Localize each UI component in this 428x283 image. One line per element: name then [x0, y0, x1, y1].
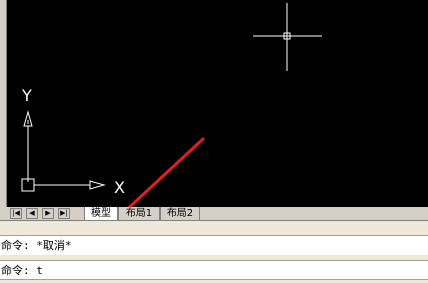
prev-tab-button[interactable]: ◀: [26, 208, 38, 219]
tab-model[interactable]: 模型: [84, 207, 118, 220]
axis-x-label: X: [114, 178, 125, 197]
command-input-line[interactable]: 命令: t: [0, 260, 428, 280]
tab-layout1[interactable]: 布局1: [118, 207, 160, 220]
last-tab-button[interactable]: ▶|: [58, 208, 70, 219]
next-icon: ▶: [45, 209, 51, 217]
ucs-icon: Y X: [21, 86, 125, 197]
prev-icon: ◀: [29, 209, 35, 217]
first-icon: |◀: [12, 209, 20, 217]
command-area: 命令: *取消* 命令: t: [0, 221, 428, 283]
next-tab-button[interactable]: ▶: [42, 208, 54, 219]
first-tab-button[interactable]: |◀: [10, 208, 22, 219]
command-history-line: 命令: *取消*: [0, 235, 428, 255]
crosshair-cursor-icon: [253, 3, 322, 71]
tab-layout2[interactable]: 布局2: [160, 207, 200, 220]
last-icon: ▶|: [60, 209, 68, 217]
layout-tab-bar: |◀ ◀ ▶ ▶| 模型 布局1 布局2: [0, 207, 428, 221]
axis-y-label: Y: [21, 86, 32, 105]
